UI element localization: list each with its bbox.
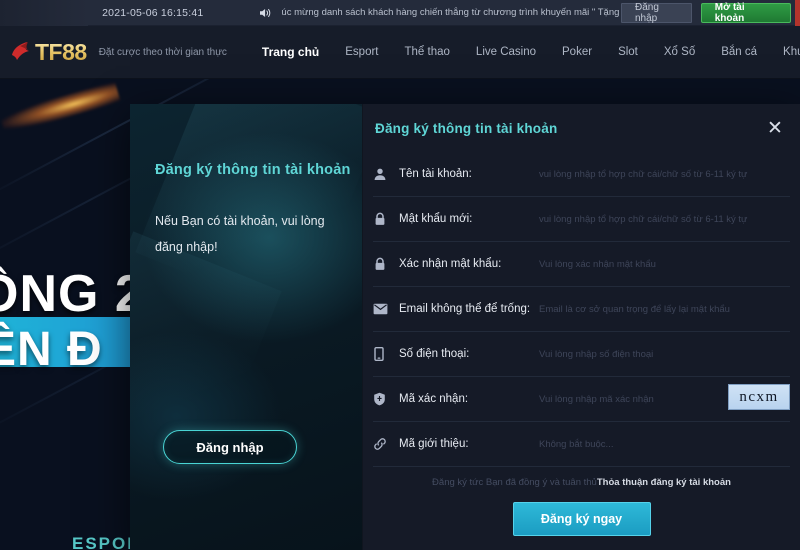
form-placeholder-confirm-password: Vui lòng xác nhận mật khẩu bbox=[539, 259, 656, 270]
form-label-confirm-password: Xác nhận mật khẩu: bbox=[399, 258, 539, 270]
form-row-username[interactable]: Tên tài khoản: vui lòng nhập tổ hợp chữ … bbox=[373, 152, 790, 197]
captcha-text: ncxm bbox=[739, 389, 778, 406]
form-placeholder-email: Email là cơ sở quan trọng để lấy lại mật… bbox=[539, 304, 730, 315]
form-row-captcha[interactable]: Mã xác nhận: Vui lòng nhập mã xác nhận n… bbox=[373, 377, 790, 422]
topbar-left-spacer bbox=[0, 0, 88, 26]
form-placeholder-captcha: Vui lòng nhập mã xác nhận bbox=[539, 394, 654, 405]
nav-item-ban-ca[interactable]: Bắn cá bbox=[708, 46, 770, 58]
page-root: 2021-05-06 16:15:41 úc mừng danh sách kh… bbox=[0, 0, 800, 550]
registration-modal: Đăng ký thông tin tài khoản Nếu Bạn có t… bbox=[130, 104, 800, 550]
form-row-confirm-password[interactable]: Xác nhận mật khẩu: Vui lòng xác nhận mật… bbox=[373, 242, 790, 287]
nav-item-esport[interactable]: Esport bbox=[332, 46, 391, 58]
nav-items: Trang chủ Esport Thể thao Live Casino Po… bbox=[249, 45, 800, 59]
topbar-open-account-button[interactable]: Mở tài khoản bbox=[701, 3, 791, 23]
speaker-icon bbox=[259, 7, 272, 19]
nav-item-khuyen-mai[interactable]: Khuyến mãi bbox=[770, 46, 800, 58]
nav-tagline: Đặt cược theo thời gian thực bbox=[99, 47, 227, 58]
form-label-username: Tên tài khoản: bbox=[399, 168, 539, 180]
terms-prefix: Đăng ký tức Bạn đã đồng ý và tuân thủ bbox=[432, 477, 597, 488]
banner-headline-line1: ỒNG 2 bbox=[0, 264, 145, 324]
form-label-password: Mật khẩu mới: bbox=[399, 213, 539, 225]
topbar-right-edge bbox=[795, 0, 800, 26]
mail-icon bbox=[373, 303, 399, 315]
link-icon bbox=[373, 437, 399, 451]
nav-item-poker[interactable]: Poker bbox=[549, 46, 605, 58]
lock-icon bbox=[373, 212, 399, 226]
server-clock: 2021-05-06 16:15:41 bbox=[102, 7, 203, 19]
submit-row: Đăng ký ngay bbox=[363, 502, 800, 536]
form-label-phone: Số điện thoại: bbox=[399, 348, 539, 360]
captcha-image[interactable]: ncxm bbox=[728, 384, 790, 410]
modal-right-panel: Đăng ký thông tin tài khoản ✕ Tên tài kh… bbox=[362, 104, 800, 550]
site-logo[interactable]: TF88 bbox=[0, 39, 87, 66]
register-submit-button[interactable]: Đăng ký ngay bbox=[513, 502, 651, 536]
modal-left-title: Đăng ký thông tin tài khoản bbox=[155, 162, 351, 178]
modal-left-panel: Đăng ký thông tin tài khoản Nếu Bạn có t… bbox=[130, 104, 362, 550]
site-logo-text: TF88 bbox=[35, 39, 87, 66]
terms-link[interactable]: Thỏa thuận đăng ký tài khoản bbox=[597, 477, 731, 488]
modal-left-subtitle: Nếu Bạn có tài khoản, vui lòng đăng nhập… bbox=[155, 208, 330, 260]
phone-icon bbox=[373, 347, 399, 361]
modal-title: Đăng ký thông tin tài khoản bbox=[375, 121, 557, 136]
topbar-login-button[interactable]: Đăng nhập bbox=[621, 3, 692, 23]
lock-icon bbox=[373, 257, 399, 271]
form-row-referral[interactable]: Mã giới thiệu: Không bắt buộc... bbox=[373, 422, 790, 467]
form-row-phone[interactable]: Số điện thoại: Vui lòng nhập số điện tho… bbox=[373, 332, 790, 377]
nav-item-live-casino[interactable]: Live Casino bbox=[463, 46, 549, 58]
shield-icon bbox=[373, 392, 399, 406]
banner-headline-line2: ÊN Đ bbox=[0, 322, 103, 377]
form-label-email: Email không thể để trống: bbox=[399, 303, 539, 315]
tf88-flame-icon bbox=[8, 39, 34, 65]
nav-item-xo-so[interactable]: Xổ Số bbox=[651, 46, 708, 58]
close-icon[interactable]: ✕ bbox=[764, 117, 786, 139]
nav-item-the-thao[interactable]: Thể thao bbox=[392, 46, 463, 58]
modal-login-button[interactable]: Đăng nhập bbox=[163, 430, 297, 464]
comet-icon bbox=[0, 81, 121, 135]
terms-notice: Đăng ký tức Bạn đã đồng ý và tuân thủThỏ… bbox=[363, 477, 800, 488]
user-icon bbox=[373, 167, 399, 181]
top-utility-bar: 2021-05-06 16:15:41 úc mừng danh sách kh… bbox=[0, 0, 800, 26]
form-placeholder-phone: Vui lòng nhập số điện thoại bbox=[539, 349, 653, 360]
form-label-captcha: Mã xác nhận: bbox=[399, 393, 539, 405]
announcement-marquee: úc mừng danh sách khách hàng chiến thắng… bbox=[281, 7, 621, 18]
form-placeholder-username: vui lòng nhập tổ hợp chữ cái/chữ số từ 6… bbox=[539, 169, 747, 180]
form-row-password[interactable]: Mật khẩu mới: vui lòng nhập tổ hợp chữ c… bbox=[373, 197, 790, 242]
form-placeholder-password: vui lòng nhập tổ hợp chữ cái/chữ số từ 6… bbox=[539, 214, 747, 225]
registration-form: Tên tài khoản: vui lòng nhập tổ hợp chữ … bbox=[363, 152, 800, 467]
nav-item-trang-chu[interactable]: Trang chủ bbox=[249, 45, 332, 59]
topbar-actions: Đăng nhập Mở tài khoản bbox=[621, 0, 800, 26]
form-label-referral: Mã giới thiệu: bbox=[399, 438, 539, 450]
form-row-email[interactable]: Email không thể để trống: Email là cơ sở… bbox=[373, 287, 790, 332]
modal-header: Đăng ký thông tin tài khoản ✕ bbox=[363, 104, 800, 152]
main-navigation-bar: TF88 Đặt cược theo thời gian thực Trang … bbox=[0, 26, 800, 79]
nav-item-slot[interactable]: Slot bbox=[605, 46, 651, 58]
form-placeholder-referral: Không bắt buộc... bbox=[539, 439, 613, 450]
